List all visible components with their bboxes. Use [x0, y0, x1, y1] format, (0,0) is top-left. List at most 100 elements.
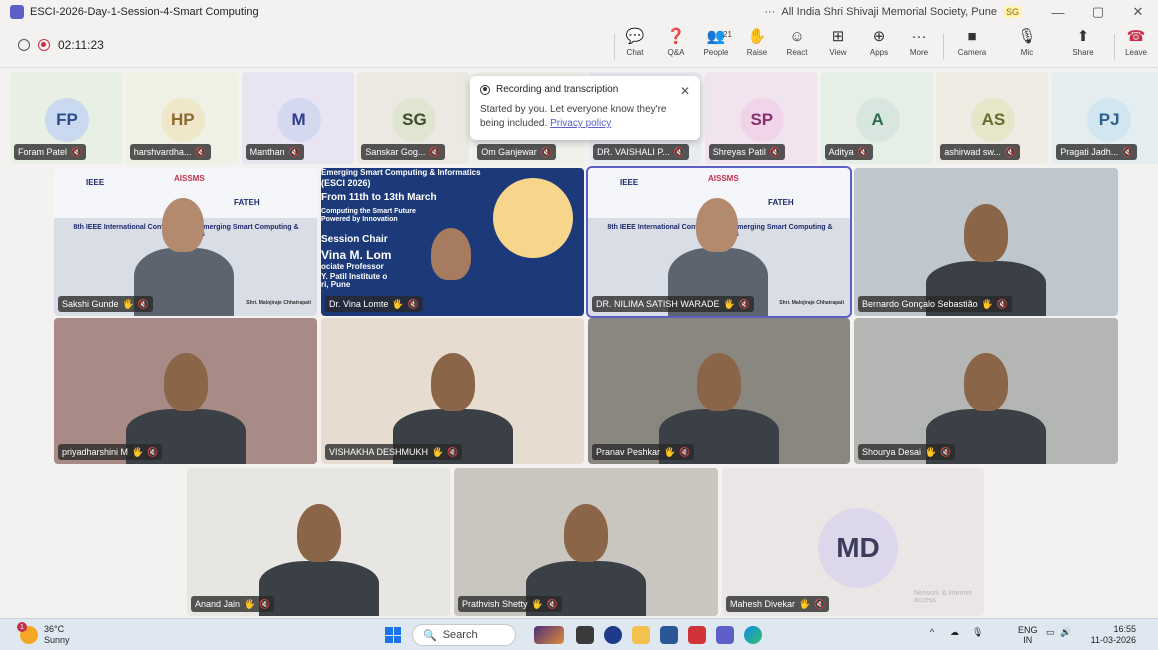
restore-button[interactable]: ▢ — [1078, 4, 1118, 20]
close-button[interactable]: ✕ — [1118, 4, 1158, 20]
participant-nametag: priyadharshini M 🖐 🔇 — [58, 444, 163, 460]
mic-muted-icon: 🔇 — [429, 146, 441, 157]
toolbar-chat-button[interactable]: 💬 Chat — [614, 28, 656, 64]
person-head — [430, 353, 475, 411]
file-explorer-icon[interactable] — [632, 626, 650, 644]
aissms-logo: AISSMS — [174, 174, 205, 183]
mic-muted-icon: 🔇 — [71, 146, 83, 157]
mic-muted-icon: 🔇 — [147, 446, 159, 457]
toolbar-qa-button[interactable]: ❓ Q&A — [655, 28, 697, 64]
teams-taskbar-icon[interactable] — [716, 626, 734, 644]
participant-name: priyadharshini M — [62, 447, 129, 457]
video-tile[interactable]: Pranav Peshkar 🖐 🔇 — [588, 318, 850, 464]
close-icon[interactable]: ✕ — [680, 84, 690, 98]
language-indicator[interactable]: ENG IN — [1018, 625, 1038, 645]
toolbar-divider — [1114, 34, 1115, 60]
participant-name: Prathvish Shetty — [462, 599, 528, 609]
network-icon[interactable]: ▭ — [1046, 627, 1055, 638]
toolbar-camera-button[interactable]: ■ Camera — [951, 28, 993, 64]
recording-icon[interactable] — [38, 39, 50, 51]
shield-icon[interactable] — [18, 39, 30, 51]
toolbar-leave-button[interactable]: ☎ Leave — [1115, 28, 1157, 64]
toolbar-divider — [614, 34, 615, 60]
video-tile[interactable]: Shourya Desai 🖐 🔇 — [854, 318, 1118, 464]
windows-start-icon[interactable] — [385, 627, 401, 643]
store-icon[interactable] — [660, 626, 678, 644]
toolbar-divider — [943, 34, 944, 60]
video-tile[interactable]: priyadharshini M 🖐 🔇 — [54, 318, 317, 464]
privacy-policy-link[interactable]: Privacy policy — [550, 118, 611, 129]
volume-icon[interactable]: 🔊 — [1060, 627, 1071, 638]
participant-nametag: Sakshi Gunde 🖐 🔇 — [58, 296, 153, 312]
task-view-icon[interactable] — [576, 626, 594, 644]
toolbar-people-button[interactable]: 👥 21 People — [695, 28, 737, 64]
guest-caption: Shri. Malojiraje Chhatrapati — [246, 300, 311, 306]
video-grid: IEEEAISSMSFATEH8th IEEE International Co… — [0, 166, 1158, 616]
mic-muted-icon: 🔇 — [1004, 146, 1017, 157]
participant-tile[interactable]: HP harshvardha... 🔇 — [125, 72, 238, 164]
org-more[interactable]: ··· — [764, 6, 775, 18]
minimize-button[interactable]: — — [1038, 5, 1078, 20]
poster-text: Powered by Innovation — [321, 216, 398, 223]
video-tile[interactable]: IEEEAISSMSFATEH8th IEEE International Co… — [54, 168, 317, 316]
video-tile[interactable]: Prathvish Shetty 🖐 🔇 — [454, 468, 718, 616]
person-head — [163, 353, 208, 411]
video-tile[interactable]: Emerging Smart Computing & Informatics (E… — [321, 168, 584, 316]
video-tile[interactable]: VISHAKHA DESHMUKH 🖐 🔇 — [321, 318, 584, 464]
app-icon[interactable] — [604, 626, 622, 644]
participant-nametag: Bernardo Gonçalo Sebastião 🖐 🔇 — [858, 296, 1013, 312]
chevron-up-icon[interactable]: ^ — [930, 627, 934, 637]
mic-muted-icon: 🔇 — [679, 446, 691, 457]
toolbar-mic-button[interactable]: 🎙 Mic — [1006, 28, 1048, 64]
onedrive-icon[interactable]: ☁ — [950, 627, 959, 638]
mic-muted-icon: 🔇 — [814, 598, 826, 609]
meeting-toolbar: 02:11:23 💬 Chat ❓ Q&A 👥 21 People ✋ Raise ☺ React ⊞… — [0, 24, 1158, 68]
participant-tile[interactable]: FP Foram Patel 🔇 — [10, 72, 122, 164]
mic-muted-icon: 🔇 — [137, 298, 149, 309]
office-icon[interactable] — [688, 626, 706, 644]
user-avatar[interactable]: SG — [1002, 6, 1022, 18]
org-name[interactable]: All India Shri Shivaji Memorial Society,… — [781, 6, 997, 18]
avatar: A — [855, 98, 900, 142]
video-tile[interactable]: Bernardo Gonçalo Sebastião 🖐 🔇 — [854, 168, 1118, 316]
toolbar-react-button[interactable]: ☺ React — [776, 28, 818, 64]
avatar: HP — [160, 98, 205, 142]
hand-icon: 🖐 — [132, 446, 144, 457]
participant-name: Sanskar Gog... — [365, 147, 426, 157]
toolbar-share-button[interactable]: ⬆ Share — [1062, 28, 1104, 64]
widgets-icon[interactable] — [534, 626, 564, 644]
hand-icon: 🖐 — [244, 598, 256, 609]
toolbar-apps-button[interactable]: ⊕ Apps — [858, 28, 900, 64]
poster-text: (ESCI 2026) — [321, 178, 371, 188]
participant-tile[interactable]: PJ Pragati Jadh... 🔇 — [1052, 72, 1158, 164]
toolbar-label: React — [786, 48, 808, 57]
taskbar-search[interactable]: 🔍 Search — [412, 624, 516, 646]
participant-nametag: Sanskar Gog... 🔇 — [361, 144, 445, 160]
participant-nametag: DR. VAISHALI P... 🔇 — [593, 144, 689, 160]
mic-muted-icon[interactable]: 🎙 — [972, 627, 983, 638]
mic-muted-icon: 🔇 — [259, 598, 271, 609]
toolbar-label: People — [703, 48, 729, 57]
toolbar-label: Apps — [869, 48, 889, 57]
recording-status: 02:11:23 — [18, 38, 104, 52]
edge-icon[interactable] — [744, 626, 762, 644]
toolbar-view-button[interactable]: ⊞ View — [817, 28, 859, 64]
participant-nametag: Mahesh Divekar 🖐 🔇 — [726, 596, 830, 612]
toolbar-more-button[interactable]: ··· More — [898, 28, 940, 64]
video-tile[interactable]: IEEEAISSMSFATEH8th IEEE International Co… — [586, 166, 852, 318]
clock[interactable]: 16:55 11-03-2026 — [1091, 624, 1136, 646]
participant-tile[interactable]: SP Shreyas Patil 🔇 — [704, 72, 817, 164]
participant-tile[interactable]: AS ashirwad sw... 🔇 — [936, 72, 1049, 164]
participant-tile[interactable]: M Manthan 🔇 — [241, 72, 354, 164]
hand-icon: 🖐 — [981, 298, 993, 309]
video-tile[interactable]: MD Network & internet access Mahesh Diveka… — [722, 468, 984, 616]
video-tile[interactable]: Anand Jain 🖐 🔇 — [187, 468, 450, 616]
toolbar-raise-button[interactable]: ✋ Raise — [736, 28, 778, 64]
participant-tile[interactable]: A Aditya 🔇 — [820, 72, 933, 164]
mic-muted-icon: 🔇 — [407, 298, 419, 309]
weather-widget[interactable]: 1 36°C Sunny — [17, 622, 70, 646]
participant-tile[interactable]: SG Sanskar Gog... 🔇 — [357, 72, 470, 164]
poster-text: Computing the Smart Future — [321, 208, 416, 215]
mic-muted-icon: 🔇 — [540, 146, 552, 157]
hand-icon: 🖐 — [664, 446, 676, 457]
